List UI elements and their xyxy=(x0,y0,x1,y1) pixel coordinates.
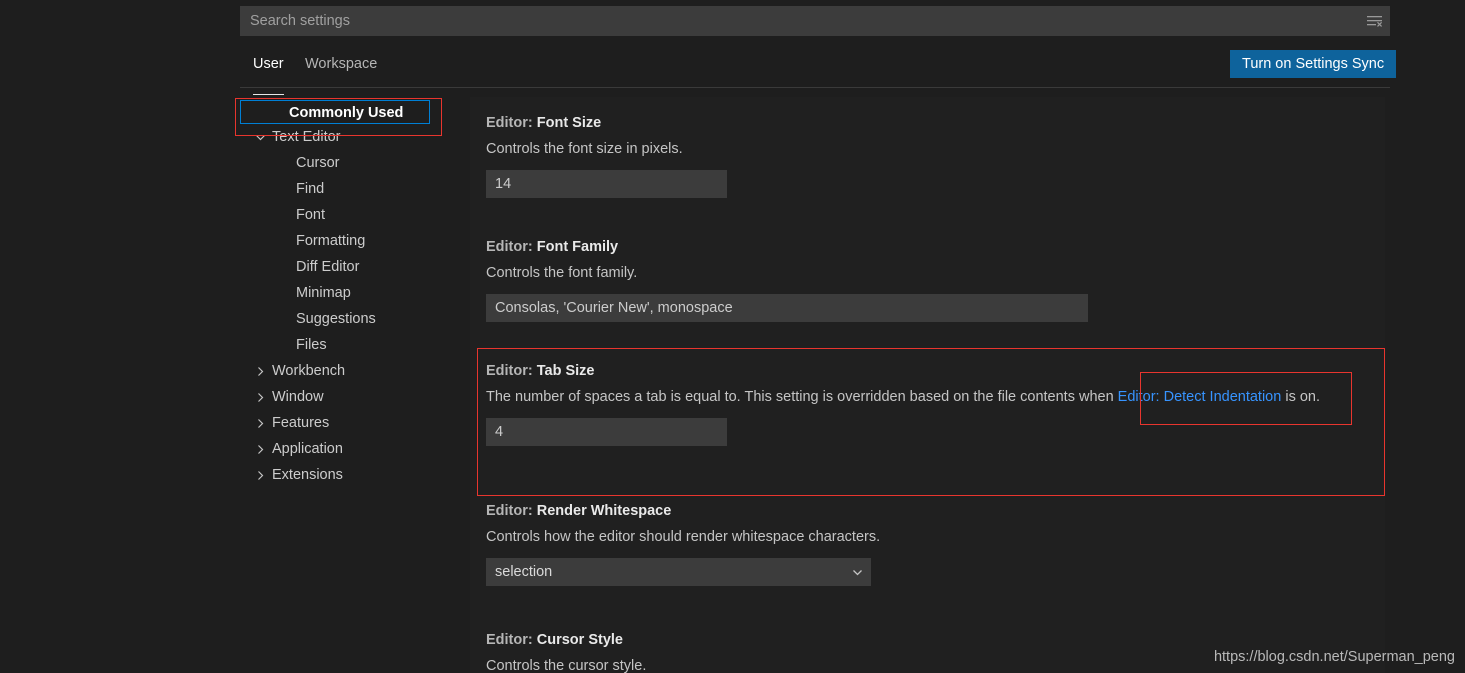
editor-tab-size-input[interactable] xyxy=(486,418,727,446)
toc-item-label: Extensions xyxy=(272,467,343,483)
tab-user[interactable]: User xyxy=(253,52,284,95)
setting-row-editor-render-whitespace: Editor: Render Whitespace Controls how t… xyxy=(470,502,1385,586)
setting-category: Editor: xyxy=(486,503,537,519)
setting-description: The number of spaces a tab is equal to. … xyxy=(486,386,1366,408)
toc-item-label: Features xyxy=(272,415,330,431)
toc-item-label: Diff Editor xyxy=(296,259,360,275)
detect-indentation-link[interactable]: Editor: Detect Indentation xyxy=(1118,389,1282,405)
setting-category: Editor: xyxy=(486,239,537,255)
chevron-right-icon xyxy=(252,358,268,384)
toc-item-label: Text Editor xyxy=(272,129,341,145)
toc-item-formatting[interactable]: Formatting xyxy=(240,228,470,254)
toc-item-commonly-used[interactable]: Commonly Used xyxy=(240,100,430,124)
setting-name: Font Size xyxy=(536,115,602,131)
setting-title: Editor: Cursor Style xyxy=(486,631,1385,649)
toc-item-label: Font xyxy=(296,207,326,223)
chevron-right-icon xyxy=(252,384,268,410)
editor-font-family-input[interactable] xyxy=(486,294,1088,322)
toc-item-label: Cursor xyxy=(296,155,340,171)
setting-category: Editor: xyxy=(486,115,537,131)
setting-title: Editor: Render Whitespace xyxy=(486,502,1385,520)
setting-description-text: The number of spaces a tab is equal to. … xyxy=(486,389,1118,405)
toc-item-label: Workbench xyxy=(272,363,346,379)
toc-item-features[interactable]: Features xyxy=(240,410,470,436)
setting-row-editor-font-size: Editor: Font Size Controls the font size… xyxy=(470,114,1385,198)
toc-item-workbench[interactable]: Workbench xyxy=(240,358,470,384)
toc-item-label: Files xyxy=(296,337,327,353)
toc-item-minimap[interactable]: Minimap xyxy=(240,280,470,306)
setting-name: Tab Size xyxy=(536,363,595,379)
watermark: https://blog.csdn.net/Superman_peng xyxy=(1213,649,1455,665)
setting-description-text-tail: is on. xyxy=(1281,389,1320,405)
setting-name: Font Family xyxy=(536,239,619,255)
select-value: selection xyxy=(495,564,553,580)
toc-item-label: Commonly Used xyxy=(289,105,404,121)
setting-description: Controls the font family. xyxy=(486,265,638,281)
toc-item-window[interactable]: Window xyxy=(240,384,470,410)
toc-item-diff-editor[interactable]: Diff Editor xyxy=(240,254,470,280)
toc-item-files[interactable]: Files xyxy=(240,332,470,358)
toc-item-extensions[interactable]: Extensions xyxy=(240,462,470,488)
toc-item-label: Find xyxy=(296,181,325,197)
search-input[interactable] xyxy=(240,7,1360,35)
tabs-divider xyxy=(240,87,1390,88)
setting-category: Editor: xyxy=(486,632,537,648)
toc-item-cursor[interactable]: Cursor xyxy=(240,150,470,176)
editor-font-size-input[interactable] xyxy=(486,170,727,198)
chevron-right-icon xyxy=(252,410,268,436)
toc-item-application[interactable]: Application xyxy=(240,436,470,462)
toc-item-text-editor[interactable]: Text Editor xyxy=(240,124,470,150)
toc-item-font[interactable]: Font xyxy=(240,202,470,228)
toc-item-suggestions[interactable]: Suggestions xyxy=(240,306,470,332)
setting-title: Editor: Tab Size xyxy=(486,362,1385,380)
turn-on-settings-sync-button[interactable]: Turn on Settings Sync xyxy=(1230,50,1397,78)
setting-title: Editor: Font Size xyxy=(486,114,1385,132)
toc-item-label: Formatting xyxy=(296,233,366,249)
setting-name: Render Whitespace xyxy=(536,503,672,519)
settings-search-bar[interactable] xyxy=(240,6,1390,36)
settings-toc: Commonly Used Text Editor Cursor Find Fo… xyxy=(240,100,470,660)
toc-item-label: Suggestions xyxy=(296,311,376,327)
setting-row-editor-font-family: Editor: Font Family Controls the font fa… xyxy=(470,238,1385,322)
editor-render-whitespace-select[interactable]: selection xyxy=(486,558,871,586)
chevron-right-icon xyxy=(252,436,268,462)
toc-item-label: Minimap xyxy=(296,285,351,301)
setting-description: Controls how the editor should render wh… xyxy=(486,529,881,545)
settings-tabs: User Workspace xyxy=(240,52,1390,95)
toc-item-label: Window xyxy=(272,389,324,405)
setting-title: Editor: Font Family xyxy=(486,238,1385,256)
settings-list: Editor: Font Size Controls the font size… xyxy=(470,97,1385,673)
setting-name: Cursor Style xyxy=(536,632,623,648)
setting-row-editor-tab-size: Editor: Tab Size The number of spaces a … xyxy=(470,362,1385,446)
clear-filter-icon[interactable] xyxy=(1360,7,1390,35)
chevron-down-icon xyxy=(843,558,871,586)
toc-item-label: Application xyxy=(272,441,343,457)
toc-item-find[interactable]: Find xyxy=(240,176,470,202)
chevron-right-icon xyxy=(252,462,268,488)
setting-description: Controls the font size in pixels. xyxy=(486,141,683,157)
chevron-down-icon xyxy=(252,124,268,150)
setting-category: Editor: xyxy=(486,363,537,379)
